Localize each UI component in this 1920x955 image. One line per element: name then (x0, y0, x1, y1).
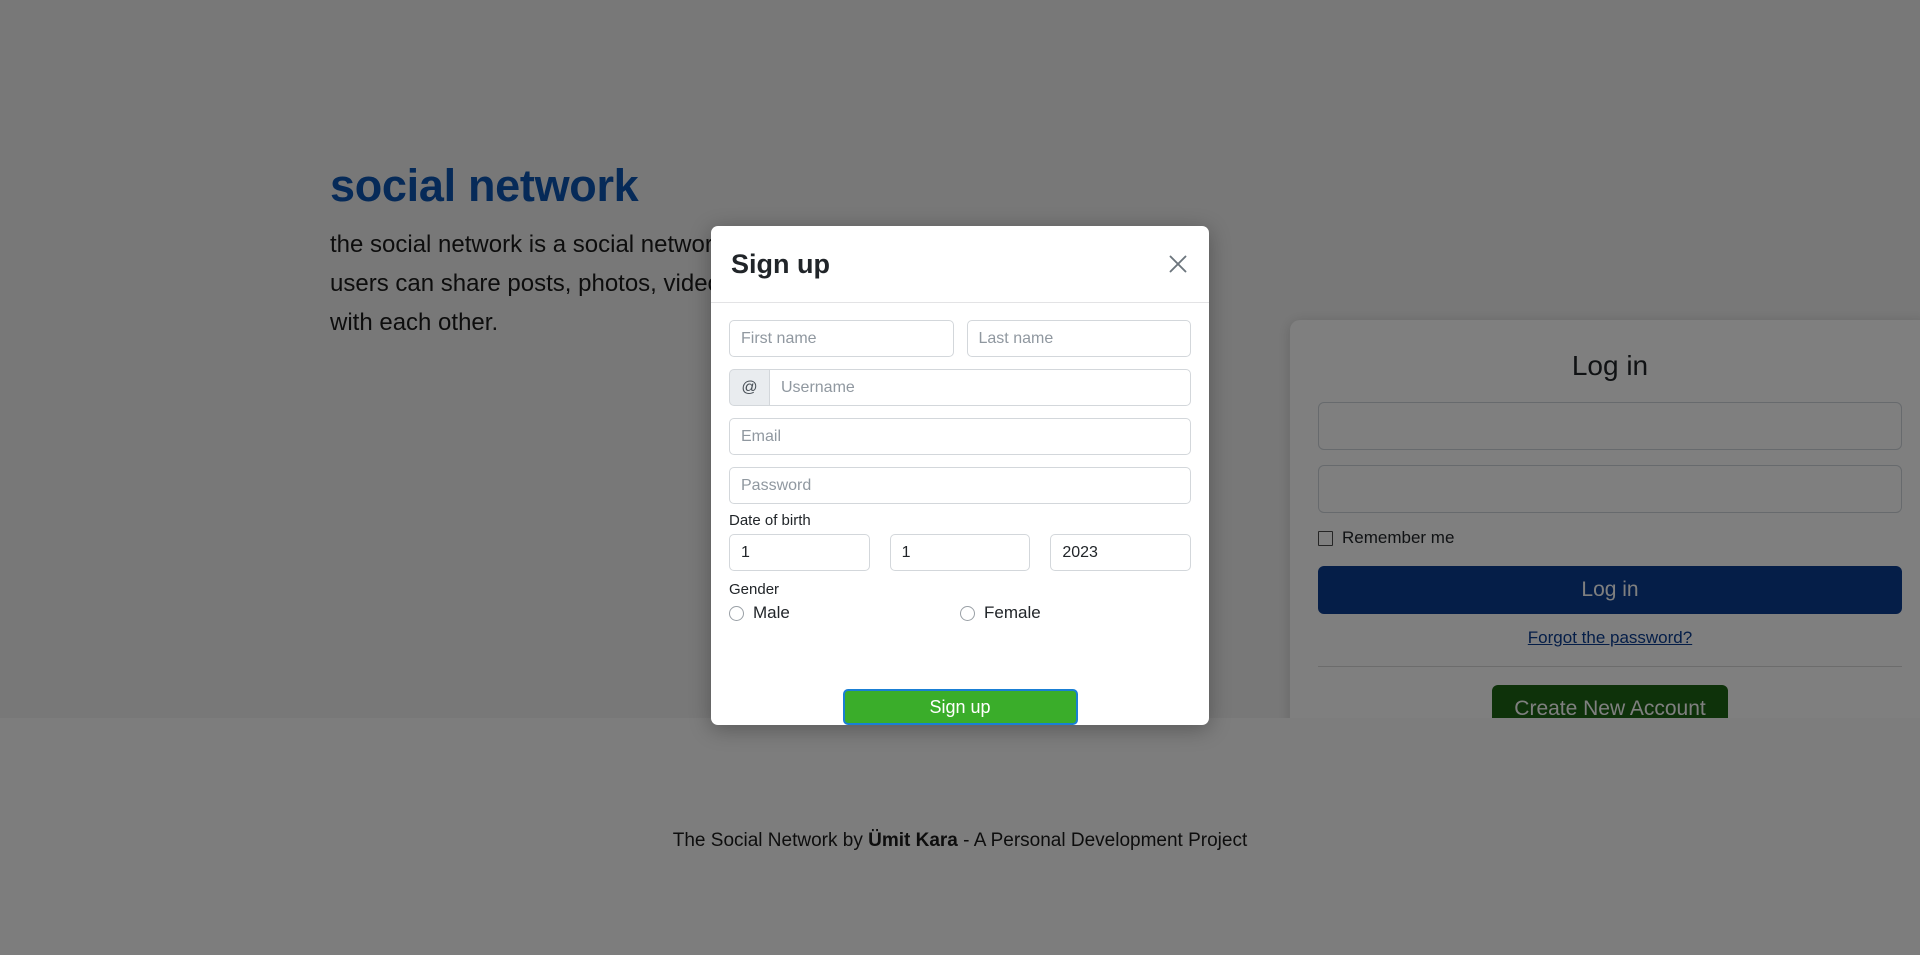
signup-modal-body: @ Date of birth 1 1 2023 Gender (711, 303, 1209, 671)
close-button[interactable] (1163, 249, 1193, 279)
password-input[interactable] (729, 467, 1191, 504)
signup-modal: Sign up @ Date of bir (711, 226, 1209, 725)
gender-male-label: Male (753, 603, 790, 622)
page-root: social network the social network is a s… (0, 0, 1920, 955)
dob-year-select[interactable]: 2023 (1050, 534, 1192, 571)
gender-male-option[interactable]: Male (729, 603, 960, 623)
name-fields-row (729, 320, 1191, 357)
username-input[interactable] (769, 369, 1191, 406)
first-name-input[interactable] (729, 320, 954, 357)
date-of-birth-label: Date of birth (729, 512, 811, 529)
gender-label: Gender (729, 581, 780, 598)
gender-row: Male Female (729, 603, 1191, 623)
gender-female-radio[interactable] (960, 605, 975, 621)
signup-modal-header: Sign up (711, 226, 1209, 303)
date-of-birth-row: 1 1 2023 (729, 534, 1192, 571)
dob-month-select[interactable]: 1 (889, 534, 1031, 571)
username-field-group: @ (729, 369, 1191, 406)
gender-male-radio[interactable] (729, 605, 744, 621)
signup-submit-row: Sign up (711, 671, 1209, 725)
email-input[interactable] (729, 418, 1191, 455)
signup-modal-title: Sign up (731, 248, 830, 279)
at-symbol-icon: @ (729, 369, 769, 406)
last-name-input[interactable] (966, 320, 1191, 357)
close-icon (1167, 253, 1189, 275)
signup-submit-button[interactable]: Sign up (842, 689, 1078, 725)
gender-female-label: Female (984, 603, 1041, 622)
dob-day-select[interactable]: 1 (729, 534, 870, 571)
gender-female-option[interactable]: Female (960, 603, 1191, 623)
